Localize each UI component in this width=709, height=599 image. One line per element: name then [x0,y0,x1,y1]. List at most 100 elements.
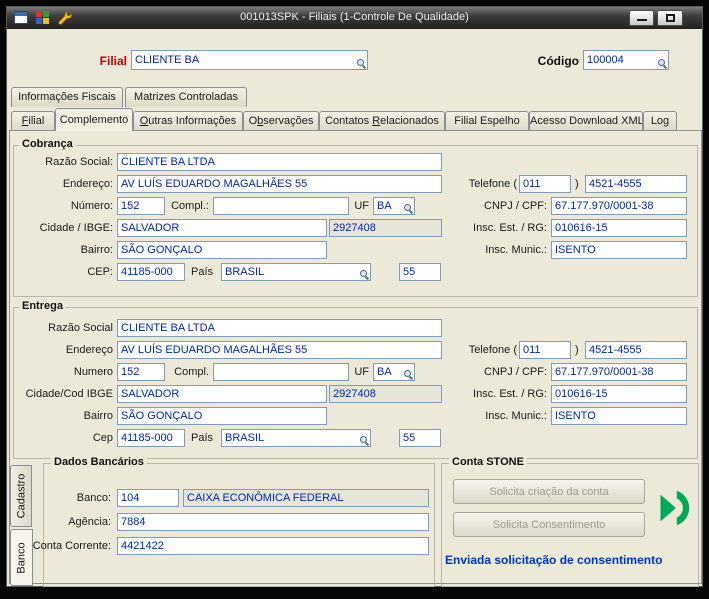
tab-informacoes-fiscais[interactable]: Informações Fiscais [11,87,123,107]
cob-numero-field[interactable]: 152 [117,197,165,215]
cob-telefone-numero-field[interactable]: 4521-4555 [585,175,687,193]
cob-uf-lookup-icon[interactable] [403,203,413,213]
codigo-label: Código [537,54,579,68]
codigo-lookup-icon[interactable] [657,58,667,68]
ent-cep-label: Cep [92,432,113,444]
ent-telefone-label: Telefone ( [468,344,517,356]
cob-pais-field[interactable]: BRASIL [221,263,371,281]
ent-compl-field[interactable] [213,363,349,381]
ent-uf-lookup-icon[interactable] [403,369,413,379]
minimize-icon [636,11,647,21]
cob-cidade-label: Cidade / IBGE: [39,222,113,234]
cob-uf-field[interactable]: BA [373,197,415,215]
side-tab-cadastro[interactable]: Cadastro [10,465,32,527]
stone-logo-icon [649,485,695,536]
cob-cidade-field[interactable]: SALVADOR [117,219,327,237]
agencia-label: Agência: [68,516,111,528]
ent-cidade-field[interactable]: SALVADOR [117,385,327,403]
title-bar: 001013SPK - Filiais (1-Controle De Quali… [7,7,702,29]
cob-endereco-field[interactable]: AV LUÍS EDUARDO MAGALHÃES 55 [117,175,442,193]
cob-pais-codigo-field[interactable]: 55 [399,263,441,281]
cob-cep-label: CEP: [87,266,113,278]
maximize-button[interactable] [657,10,683,26]
tab-matrizes-controladas[interactable]: Matrizes Controladas [125,87,247,107]
cob-insc-mun-field[interactable]: ISENTO [551,241,687,259]
tab-contatos-relacionados[interactable]: Contatos Relacionados [319,111,445,130]
cob-ibge-field[interactable]: 2927408 [329,219,442,237]
ent-insc-est-label: Insc. Est. / RG: [473,388,547,400]
banco-codigo-field[interactable]: 104 [117,489,179,507]
consentimento-status-text: Enviada solicitação de consentimento [445,553,663,567]
tab-log[interactable]: Log [643,111,677,130]
codigo-value: 100004 [587,54,624,66]
ent-insc-est-field[interactable]: 010616-15 [551,385,687,403]
cob-razao-social-field[interactable]: CLIENTE BA LTDA [117,153,442,171]
tab-complemento[interactable]: Complemento [55,108,133,131]
solicita-consentimento-button[interactable]: Solicita Consentimento [453,512,645,537]
codigo-field[interactable]: 100004 [583,50,669,70]
dados-bancarios-title: Dados Bancários [51,456,147,469]
cob-insc-mun-label: Insc. Munic.: [485,244,547,256]
conta-corrente-field[interactable]: 4421422 [117,537,429,555]
cob-cnpj-field[interactable]: 67.177.970/0001-38 [551,197,687,215]
cob-bairro-label: Bairro: [80,244,113,256]
ent-cnpj-field[interactable]: 67.177.970/0001-38 [551,363,687,381]
side-tab-banco[interactable]: Banco [10,529,33,586]
ent-pais-label: País [191,432,214,444]
ent-numero-field[interactable]: 152 [117,363,165,381]
cob-compl-field[interactable] [213,197,349,215]
minimize-button[interactable] [629,10,654,26]
conta-corrente-label: Conta Corrente: [32,540,111,552]
tab-observacoes[interactable]: Observações [243,111,319,130]
conta-stone-title: Conta STONE [449,456,527,469]
filial-label: Filial [99,54,127,68]
ent-telefone-numero-field[interactable]: 4521-4555 [585,341,687,359]
ent-razao-social-field[interactable]: CLIENTE BA LTDA [117,319,442,337]
ent-razao-social-label: Razão Social [48,322,113,334]
ent-bairro-field[interactable]: SÃO GONÇALO [117,407,327,425]
filial-field[interactable]: CLIENTE BA [131,50,368,70]
ent-bairro-label: Bairro [83,410,113,422]
filial-lookup-icon[interactable] [356,58,366,68]
window-title: 001013SPK - Filiais (1-Controle De Quali… [240,11,469,23]
ent-uf-label: UF [354,366,369,378]
cob-telefone-ddd-field[interactable]: 011 [519,175,571,193]
ent-uf-field[interactable]: BA [373,363,415,381]
ent-pais-lookup-icon[interactable] [359,435,369,445]
ent-cnpj-label: CNPJ / CPF: [484,366,547,378]
cob-telefone-label: Telefone ( [468,178,517,190]
cob-uf-label: UF [354,200,369,212]
cob-cep-field[interactable]: 41185-000 [117,263,185,281]
ent-compl-label: Compl. [174,366,209,378]
ent-telefone-close-paren: ) [575,344,579,356]
tab-filial-espelho[interactable]: Filial Espelho [445,111,529,130]
ent-telefone-ddd-field[interactable]: 011 [519,341,571,359]
ent-pais-codigo-field[interactable]: 55 [399,429,441,447]
cobranca-title: Cobrança [19,138,76,151]
banco-nome-field[interactable]: CAIXA ECONÔMICA FEDERAL [183,489,429,507]
cob-pais-label: País [191,266,214,278]
cob-cnpj-label: CNPJ / CPF: [484,200,547,212]
tab-acesso-download-xml[interactable]: Acesso Download XML [529,111,643,130]
ent-cidade-label: Cidade/Cod IBGE [25,388,113,400]
app-window: 001013SPK - Filiais (1-Controle De Quali… [6,6,703,587]
tab-outras-informacoes[interactable]: Outras Informações [133,111,243,130]
desktop: 001013SPK - Filiais (1-Controle De Quali… [0,0,709,599]
ent-ibge-field[interactable]: 2927408 [329,385,442,403]
cob-razao-social-label: Razão Social: [45,156,113,168]
agencia-field[interactable]: 7884 [117,513,429,531]
cob-pais-lookup-icon[interactable] [359,269,369,279]
cob-bairro-field[interactable]: SÃO GONÇALO [117,241,327,259]
maximize-icon [665,14,675,22]
ent-cep-field[interactable]: 41185-000 [117,429,185,447]
ent-numero-label: Numero [73,366,113,378]
ent-pais-field[interactable]: BRASIL [221,429,371,447]
cob-telefone-close-paren: ) [575,178,579,190]
ent-endereco-label: Endereço [65,344,113,356]
ent-endereco-field[interactable]: AV LUÍS EDUARDO MAGALHÃES 55 [117,341,442,359]
cob-insc-est-field[interactable]: 010616-15 [551,219,687,237]
solicita-criacao-conta-button[interactable]: Solicita criação da conta [453,479,645,504]
tab-filial[interactable]: Filial [11,111,55,130]
cob-insc-est-label: Insc. Est. / RG: [473,222,547,234]
ent-insc-mun-field[interactable]: ISENTO [551,407,687,425]
